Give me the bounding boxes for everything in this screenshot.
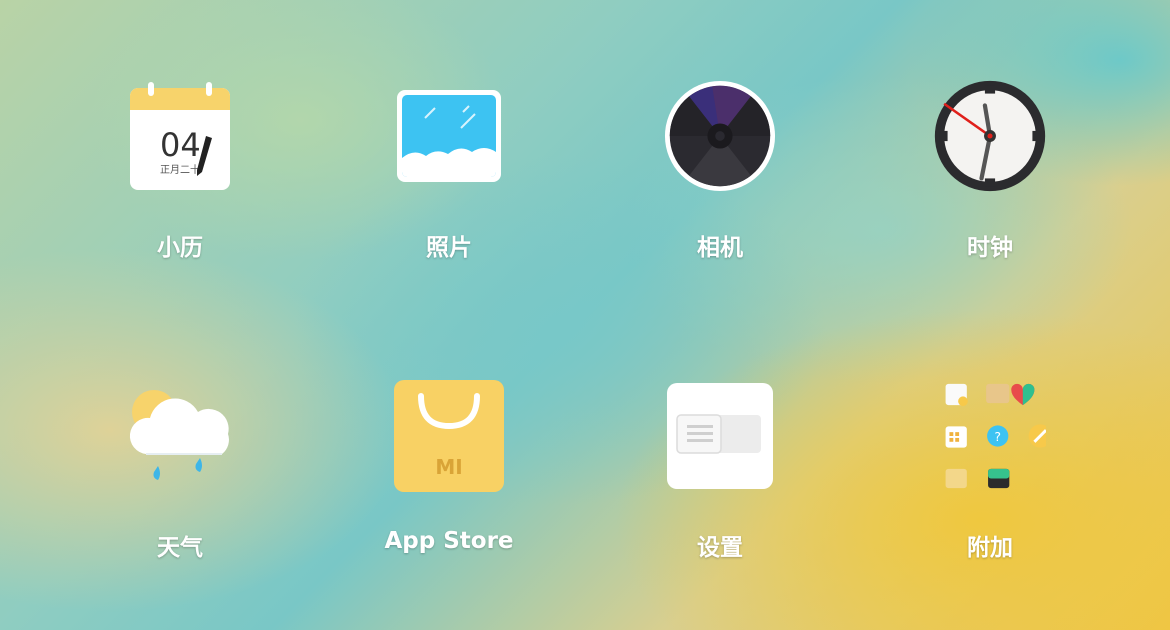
app-label: 天气 [157, 535, 203, 561]
calendar-date-sub: 正月二十 [160, 163, 200, 176]
camera-icon[interactable] [664, 80, 776, 192]
app-calendar[interactable]: 04 正月二十 小历 [80, 80, 280, 280]
app-label: 设置 [697, 535, 743, 561]
weather-icon[interactable] [124, 380, 236, 492]
app-camera[interactable]: 相机 [620, 80, 820, 280]
app-label: 照片 [426, 235, 472, 261]
app-label: App Store [384, 528, 514, 554]
app-extras-folder[interactable]: ? 附加 [890, 380, 1090, 580]
clock-icon[interactable] [934, 80, 1046, 192]
app-label: 小历 [157, 235, 203, 261]
photos-icon[interactable] [393, 80, 505, 192]
app-store-icon[interactable]: MI [393, 380, 505, 492]
svg-text:?: ? [994, 429, 1001, 444]
app-clock[interactable]: 时钟 [890, 80, 1090, 280]
app-weather[interactable]: 天气 [80, 380, 280, 580]
calendar-icon[interactable]: 04 正月二十 [124, 80, 236, 192]
extras-folder-icon[interactable]: ? [934, 380, 1046, 492]
brand-mi-logo: MI [435, 455, 462, 479]
app-label: 时钟 [967, 235, 1013, 261]
app-settings[interactable]: 设置 [620, 380, 820, 580]
calendar-date-number: 04 [160, 126, 201, 164]
app-app-store[interactable]: MI App Store [349, 380, 549, 580]
settings-icon[interactable] [664, 380, 776, 492]
app-label: 相机 [697, 235, 743, 261]
home-screen-grid: 04 正月二十 小历 照片 相机 时钟 天气 MI App Store 设置 ?… [0, 0, 1170, 630]
app-photos[interactable]: 照片 [349, 80, 549, 280]
app-label: 附加 [967, 535, 1013, 561]
